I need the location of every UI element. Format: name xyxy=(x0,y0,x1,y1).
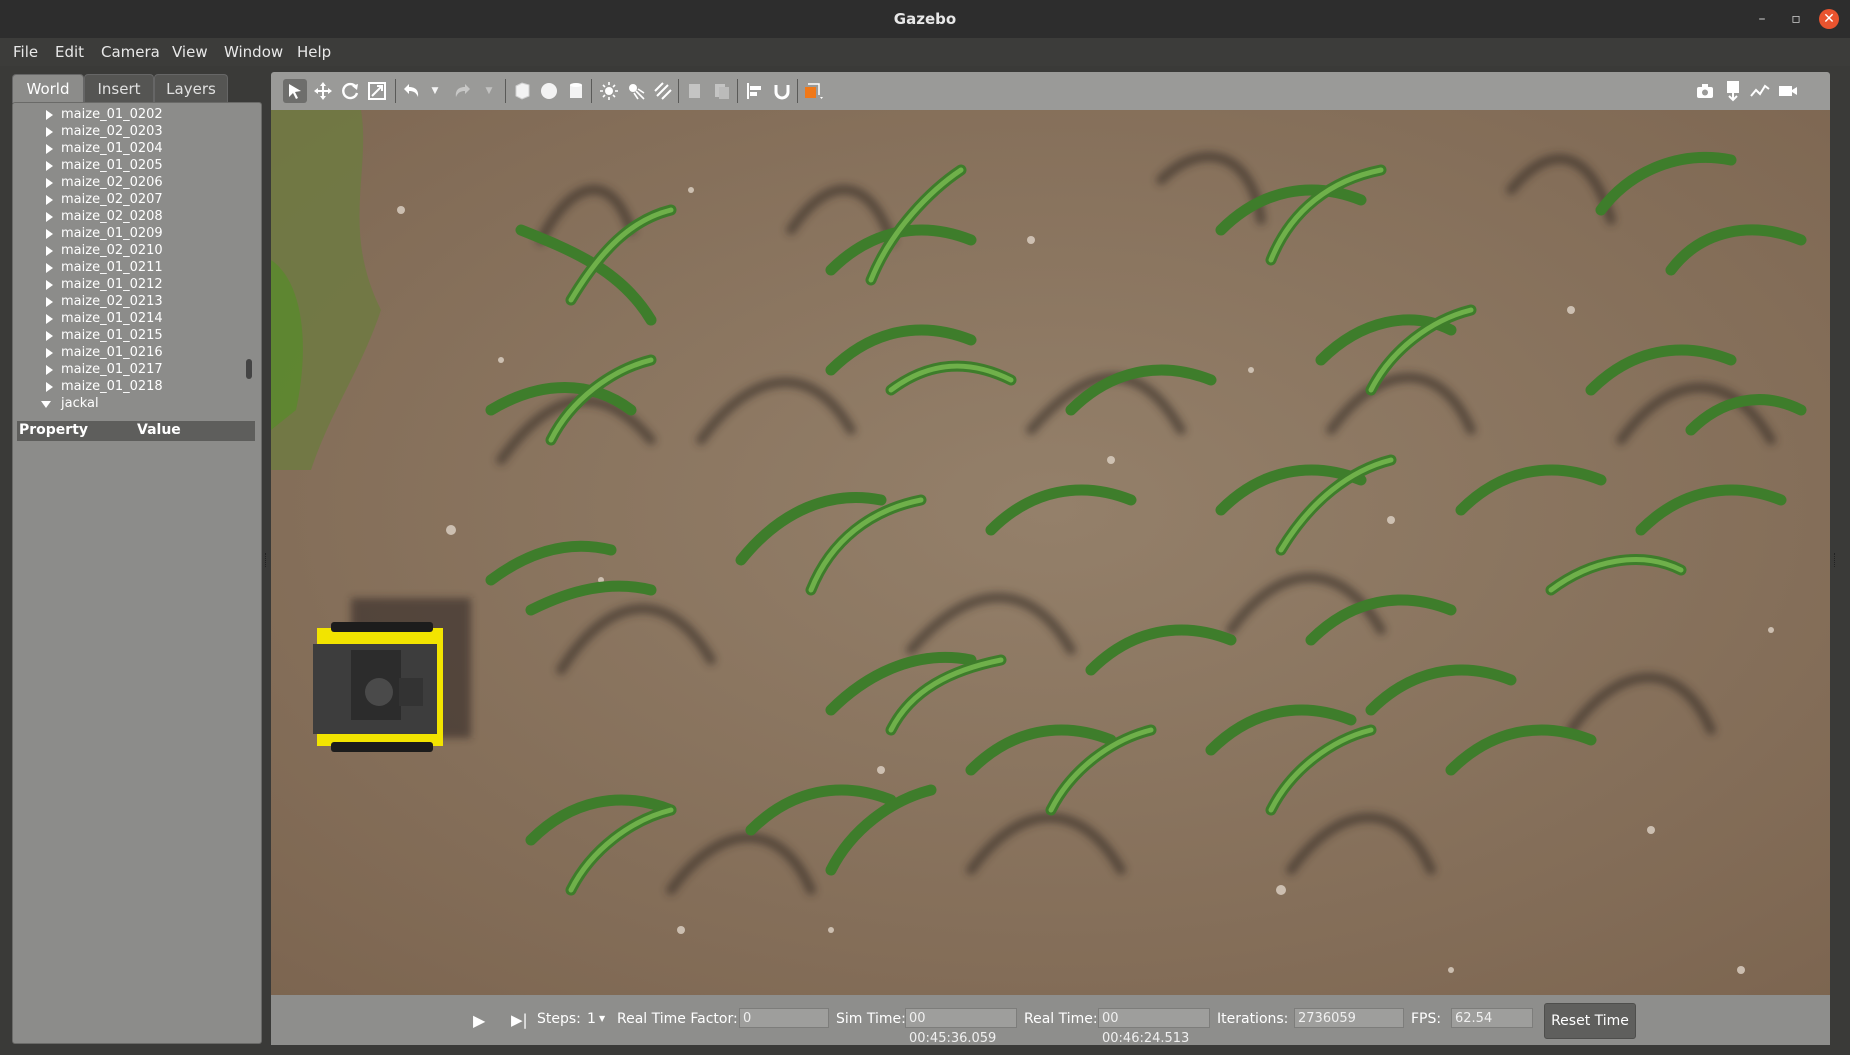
value-column-header: Value xyxy=(137,422,181,438)
real-time-field: 00 00:46:24.513 xyxy=(1098,1008,1210,1046)
property-table-header: Property Value xyxy=(17,421,255,441)
sphere-icon[interactable] xyxy=(537,79,561,103)
expand-arrow-icon[interactable] xyxy=(46,314,53,324)
property-column-header: Property xyxy=(19,422,89,438)
sim-time-label: Sim Time: xyxy=(836,1011,906,1027)
scale-icon[interactable] xyxy=(365,79,389,103)
close-icon[interactable]: ✕ xyxy=(1819,9,1839,29)
paste-icon xyxy=(710,79,734,103)
toolbar: ▼ ▼ xyxy=(271,72,1830,110)
toolbar-separator xyxy=(505,79,506,103)
plot-icon[interactable] xyxy=(1748,79,1772,103)
undo-icon[interactable] xyxy=(399,79,423,103)
tab-layers[interactable]: Layers xyxy=(154,74,228,103)
redo-dropdown-icon: ▼ xyxy=(485,86,493,96)
expand-arrow-icon[interactable] xyxy=(46,229,53,239)
view-angle-icon[interactable] xyxy=(802,79,826,103)
tab-insert[interactable]: Insert xyxy=(84,74,154,103)
expand-arrow-icon[interactable] xyxy=(46,127,53,137)
maize-field-scene xyxy=(271,110,1830,995)
directional-light-icon[interactable] xyxy=(651,79,675,103)
select-arrow-icon[interactable] xyxy=(283,79,307,103)
right-splitter-handle[interactable] xyxy=(1834,553,1838,567)
menu-file[interactable]: File xyxy=(13,43,38,61)
video-record-icon[interactable] xyxy=(1776,79,1800,103)
play-icon[interactable]: ▶ xyxy=(473,1011,485,1030)
steps-label: Steps: xyxy=(537,1011,581,1027)
cylinder-icon[interactable] xyxy=(564,79,588,103)
tree-scrollbar[interactable] xyxy=(246,359,252,379)
menu-bar: File Edit Camera View Window Help xyxy=(0,38,1850,66)
expand-arrow-icon[interactable] xyxy=(46,297,53,307)
expand-arrow-icon[interactable] xyxy=(46,365,53,375)
expand-arrow-icon[interactable] xyxy=(46,280,53,290)
translate-icon[interactable] xyxy=(311,79,335,103)
steps-value[interactable]: 1 xyxy=(587,1011,596,1027)
rotate-icon[interactable] xyxy=(338,79,362,103)
left-panel: maize_01_0202 maize_02_0203 maize_01_020… xyxy=(12,102,262,1044)
redo-icon xyxy=(451,79,475,103)
box-icon[interactable] xyxy=(510,79,534,103)
menu-edit[interactable]: Edit xyxy=(55,43,84,61)
toolbar-separator xyxy=(591,79,592,103)
steps-dropdown-icon[interactable]: ▼ xyxy=(599,1014,605,1023)
toolbar-separator xyxy=(737,79,738,103)
expand-arrow-icon[interactable] xyxy=(46,144,53,154)
menu-window[interactable]: Window xyxy=(224,43,283,61)
align-icon[interactable] xyxy=(743,79,767,103)
point-light-icon[interactable] xyxy=(597,79,621,103)
toolbar-separator xyxy=(797,79,798,103)
fps-field: 62.54 xyxy=(1451,1008,1533,1028)
expand-arrow-icon[interactable] xyxy=(46,110,53,120)
toolbar-separator xyxy=(678,79,679,103)
copy-icon xyxy=(683,79,707,103)
sim-time-field: 00 00:45:36.059 xyxy=(905,1008,1017,1046)
title-bar: Gazebo – ▫ ✕ xyxy=(0,0,1850,38)
expand-arrow-icon[interactable] xyxy=(46,246,53,256)
log-icon[interactable] xyxy=(1721,79,1745,103)
expand-arrow-icon[interactable] xyxy=(46,331,53,341)
menu-view[interactable]: View xyxy=(172,43,208,61)
spot-light-icon[interactable] xyxy=(624,79,648,103)
screenshot-icon[interactable] xyxy=(1693,79,1717,103)
left-splitter-handle[interactable] xyxy=(265,553,269,567)
window-title: Gazebo xyxy=(893,10,957,28)
menu-camera[interactable]: Camera xyxy=(101,43,160,61)
step-icon[interactable]: ▶| xyxy=(511,1011,528,1029)
fps-label: FPS: xyxy=(1411,1011,1442,1027)
expand-arrow-icon[interactable] xyxy=(46,263,53,273)
iterations-field: 2736059 xyxy=(1294,1008,1404,1028)
toolbar-separator xyxy=(395,79,396,103)
expand-arrow-icon[interactable] xyxy=(46,195,53,205)
scene-viewport[interactable] xyxy=(271,110,1830,995)
reset-time-button[interactable]: Reset Time xyxy=(1544,1003,1636,1039)
expand-arrow-icon[interactable] xyxy=(46,212,53,222)
tab-world[interactable]: World xyxy=(12,74,84,103)
expand-arrow-icon[interactable] xyxy=(46,382,53,392)
expand-arrow-icon[interactable] xyxy=(46,161,53,171)
minimize-icon[interactable]: – xyxy=(1752,9,1772,29)
undo-dropdown-icon[interactable]: ▼ xyxy=(423,79,447,103)
iterations-label: Iterations: xyxy=(1217,1011,1289,1027)
real-time-factor-label: Real Time Factor: xyxy=(617,1011,738,1027)
maximize-icon[interactable]: ▫ xyxy=(1786,9,1806,29)
real-time-label: Real Time: xyxy=(1024,1011,1098,1027)
snap-icon[interactable] xyxy=(770,79,794,103)
menu-help[interactable]: Help xyxy=(297,43,331,61)
expand-arrow-icon[interactable] xyxy=(46,178,53,188)
collapse-arrow-icon[interactable] xyxy=(41,401,51,408)
expand-arrow-icon[interactable] xyxy=(46,348,53,358)
real-time-factor-field: 0 xyxy=(739,1008,829,1028)
